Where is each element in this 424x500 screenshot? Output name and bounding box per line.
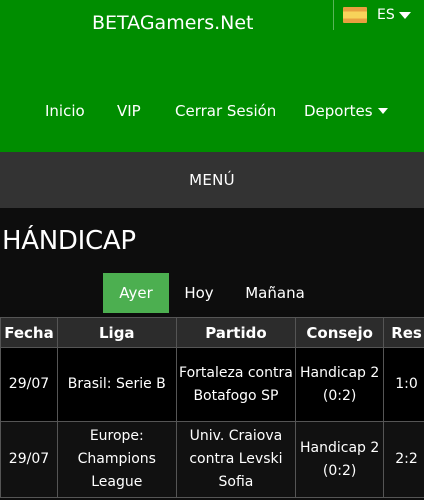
- caret-down-icon: [377, 108, 388, 114]
- language-selector[interactable]: ES: [333, 0, 424, 30]
- nav-deportes[interactable]: Deportes: [304, 102, 388, 120]
- tab-hoy[interactable]: Hoy: [169, 273, 229, 313]
- column-header-res: Res: [383, 317, 424, 348]
- cell-res: 2:2: [383, 421, 424, 498]
- cell-partido: Fortaleza contra Botafogo SP: [175, 347, 297, 422]
- tips-table: Fecha Liga Partido Consejo Res 29/07 Bra…: [0, 317, 424, 498]
- menu-label: MENÚ: [189, 171, 235, 189]
- nav-cerrar-sesion[interactable]: Cerrar Sesión: [175, 102, 276, 120]
- cell-liga: Europe: Champions League: [56, 421, 177, 498]
- caret-down-icon: [398, 11, 411, 19]
- column-header-fecha: Fecha: [0, 317, 58, 348]
- nav-vip[interactable]: VIP: [117, 102, 141, 120]
- cell-liga: Brasil: Serie B: [56, 347, 177, 422]
- nav-inicio[interactable]: Inicio: [45, 102, 85, 120]
- cell-consejo: Handicap 2 (0:2): [295, 347, 385, 422]
- tab-manana[interactable]: Mañana: [229, 273, 321, 313]
- nav-deportes-label: Deportes: [304, 102, 373, 120]
- cell-fecha: 29/07: [0, 421, 58, 498]
- cell-consejo: Handicap 2 (0:2): [295, 421, 385, 498]
- language-code: ES: [377, 7, 395, 23]
- column-header-consejo: Consejo: [295, 317, 385, 348]
- cell-res: 1:0: [383, 347, 424, 422]
- menu-toggle[interactable]: MENÚ: [0, 152, 424, 208]
- table-row: 29/07 Brasil: Serie B Fortaleza contra B…: [0, 347, 424, 422]
- table-header-row: Fecha Liga Partido Consejo Res: [0, 317, 424, 348]
- page-title: HÁNDICAP: [2, 226, 136, 256]
- spain-flag-icon: [343, 7, 367, 23]
- site-brand[interactable]: BETAGamers.Net: [92, 12, 254, 34]
- site-header: BETAGamers.Net ES Inicio VIP Cerrar Sesi…: [0, 0, 424, 152]
- column-header-liga: Liga: [56, 317, 177, 348]
- table-row: 29/07 Europe: Champions League Univ. Cra…: [0, 421, 424, 498]
- cell-partido: Univ. Craiova contra Levski Sofia: [175, 421, 297, 498]
- column-header-partido: Partido: [175, 317, 297, 348]
- cell-fecha: 29/07: [0, 347, 58, 422]
- main-nav: Inicio VIP Cerrar Sesión Deportes: [0, 102, 424, 122]
- tab-ayer[interactable]: Ayer: [103, 273, 169, 313]
- day-tabs: Ayer Hoy Mañana: [103, 273, 321, 313]
